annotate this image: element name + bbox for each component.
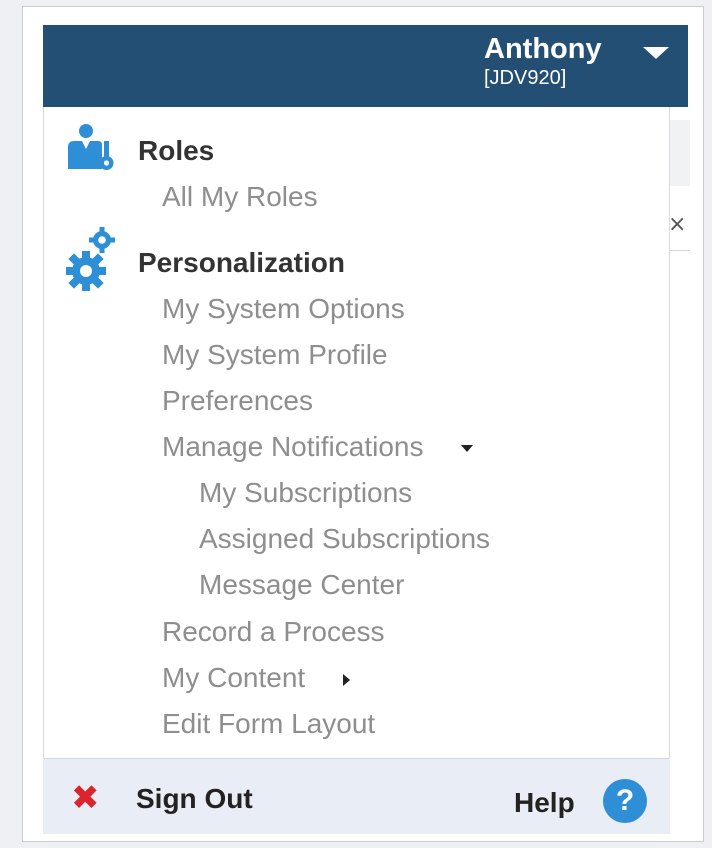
menu-item-record-a-process[interactable]: Record a Process <box>162 616 385 648</box>
caret-right-icon <box>343 673 351 686</box>
menu-item-my-subscriptions[interactable]: My Subscriptions <box>199 477 412 509</box>
sign-out-button[interactable]: Sign Out <box>136 783 253 815</box>
user-id: [JDV920] <box>484 67 567 89</box>
close-icon[interactable]: ✖ <box>71 781 100 815</box>
menu-item-message-center[interactable]: Message Center <box>199 569 404 601</box>
user-name: Anthony <box>484 33 602 65</box>
background-panel <box>670 120 690 187</box>
section-title-roles: Roles <box>138 135 215 166</box>
user-menu-header[interactable]: Anthony [JDV920] <box>43 25 688 107</box>
menu-item-edit-form-layout[interactable]: Edit Form Layout <box>162 708 375 740</box>
section-title-personalization: Personalization <box>138 247 345 278</box>
gears-icon <box>66 227 115 291</box>
chevron-down-icon[interactable] <box>643 47 669 59</box>
menu-footer: ✖ Sign Out Help ? <box>43 758 670 834</box>
help-button[interactable]: Help <box>514 787 575 819</box>
menu-item-my-system-profile[interactable]: My System Profile <box>162 339 388 371</box>
menu-item-all-my-roles[interactable]: All My Roles <box>162 181 318 213</box>
help-icon[interactable]: ? <box>603 779 647 823</box>
menu-item-my-system-options[interactable]: My System Options <box>162 293 405 325</box>
close-icon: × <box>668 212 687 237</box>
caret-down-icon <box>461 445 474 453</box>
user-dropdown-menu: Roles All My Roles Personalization My Sy… <box>43 107 670 833</box>
menu-item-my-content[interactable]: My Content <box>162 662 351 694</box>
menu-item-preferences[interactable]: Preferences <box>162 385 313 417</box>
menu-item-label: My Content <box>162 662 306 693</box>
menu-item-assigned-subscriptions[interactable]: Assigned Subscriptions <box>199 523 490 555</box>
menu-item-label: Manage Notifications <box>162 431 424 462</box>
menu-item-manage-notifications[interactable]: Manage Notifications <box>162 431 474 463</box>
user-key-icon <box>68 124 114 170</box>
